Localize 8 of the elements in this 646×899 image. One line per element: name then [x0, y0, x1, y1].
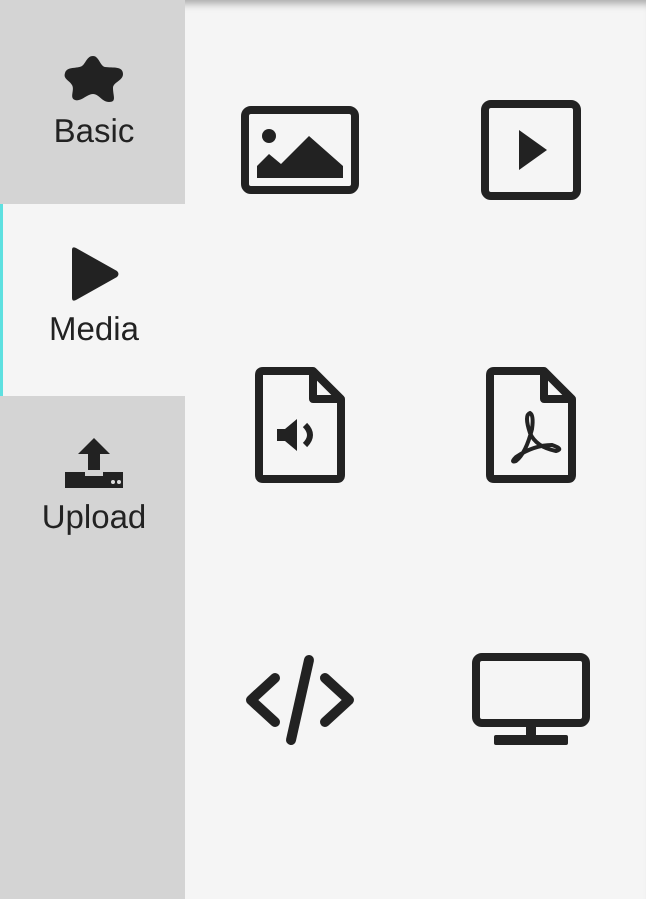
upload-icon — [63, 438, 125, 490]
sidebar-tab[interactable]: Media — [0, 204, 185, 396]
pdf-file-icon[interactable] — [486, 366, 576, 482]
audio-file-icon[interactable] — [255, 366, 346, 482]
monitor-icon[interactable] — [472, 652, 590, 746]
play-square-icon[interactable] — [480, 100, 581, 200]
star-blob-icon — [63, 54, 125, 104]
image-icon[interactable] — [241, 106, 360, 194]
